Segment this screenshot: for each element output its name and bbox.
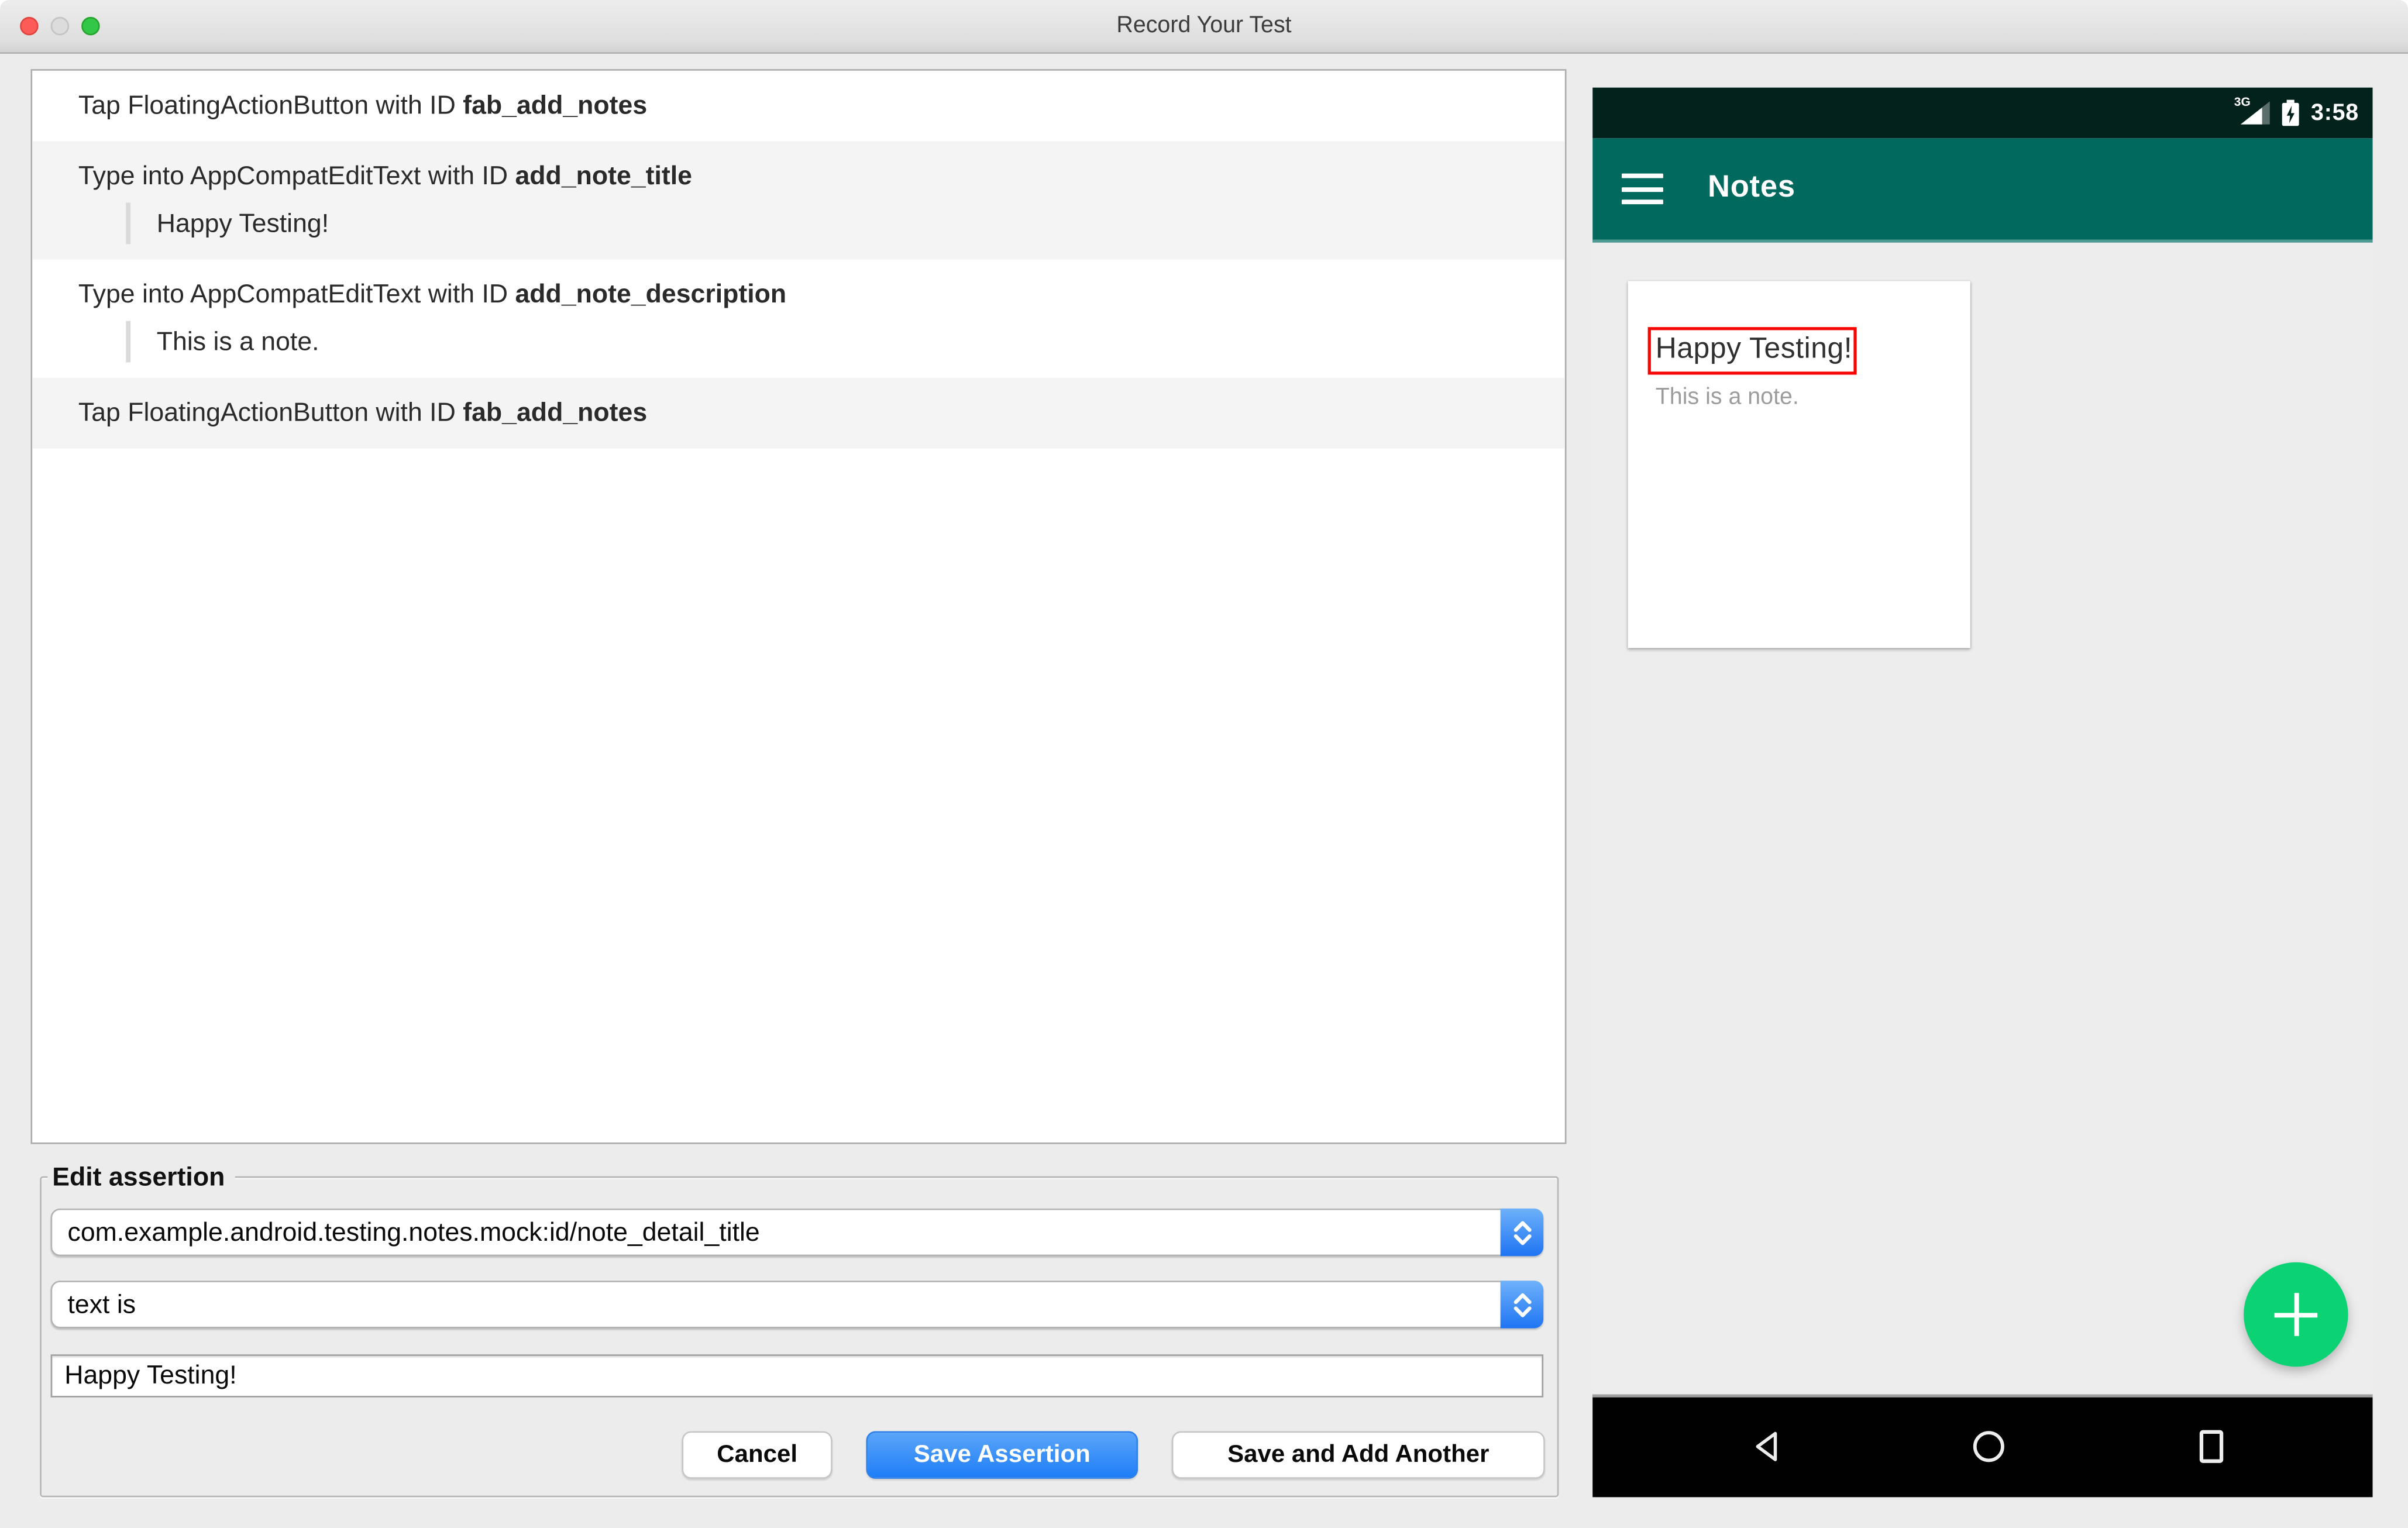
save-and-add-another-button[interactable]: Save and Add Another — [1171, 1431, 1545, 1479]
action-prefix: Tap FloatingActionButton with ID — [78, 90, 463, 120]
edit-assertion-panel: Edit assertion com.example.android.testi… — [40, 1162, 1559, 1498]
device-status-bar: 3G 3:58 — [1592, 87, 2373, 139]
action-target-id: fab_add_notes — [463, 90, 648, 120]
note-card[interactable]: Happy Testing! This is a note. — [1628, 281, 1970, 648]
expected-value-input[interactable] — [50, 1354, 1544, 1398]
view-matcher-value: com.example.android.testing.notes.mock:i… — [67, 1217, 760, 1247]
app-bar-title: Notes — [1708, 170, 1795, 205]
battery-charging-icon — [2282, 99, 2299, 126]
stepper-icon[interactable] — [1500, 1208, 1544, 1257]
back-icon[interactable] — [1752, 1430, 1780, 1464]
note-description: This is a note. — [1655, 384, 1799, 410]
note-title: Happy Testing! — [1655, 333, 1853, 366]
save-assertion-button[interactable]: Save Assertion — [866, 1431, 1138, 1479]
title-bar: Record Your Test — [0, 0, 2408, 54]
recorded-action-row[interactable]: Type into AppCompatEditText with ID add_… — [32, 260, 1565, 378]
recorded-action-row[interactable]: Type into AppCompatEditText with ID add_… — [32, 141, 1565, 260]
recorded-action-row[interactable]: Tap FloatingActionButton with ID fab_add… — [32, 377, 1565, 449]
device-nav-bar — [1592, 1394, 2373, 1498]
action-target-id: fab_add_notes — [463, 397, 648, 427]
cancel-button[interactable]: Cancel — [682, 1431, 833, 1479]
action-text: Type into AppCompatEditText with ID add_… — [32, 152, 1565, 201]
signal-filled-triangle — [2240, 107, 2262, 125]
status-bar-clock: 3:58 — [2311, 99, 2359, 126]
plus-icon — [2274, 1293, 2318, 1336]
screenshot-stage: Record Your Test Tap FloatingActionButto… — [0, 0, 2408, 1528]
action-text: Tap FloatingActionButton with ID fab_add… — [32, 71, 1565, 142]
network-type-label: 3G — [2234, 95, 2251, 109]
edit-assertion-legend: Edit assertion — [47, 1162, 236, 1192]
action-typed-value: This is a note. — [126, 321, 1565, 363]
cellular-signal-icon: 3G — [2234, 95, 2270, 126]
view-matcher-select[interactable]: com.example.android.testing.notes.mock:i… — [50, 1208, 1544, 1257]
assertion-type-select[interactable]: text is — [50, 1281, 1544, 1329]
action-text: Tap FloatingActionButton with ID fab_add… — [32, 378, 1565, 449]
assertion-highlight-box: Happy Testing! — [1647, 327, 1857, 375]
device-screenshot: 3G 3:58 Notes Happy Testing! This is a n… — [1592, 87, 2373, 1498]
home-icon[interactable] — [1972, 1430, 2006, 1464]
action-target-id: add_note_description — [515, 279, 787, 309]
action-prefix: Type into AppCompatEditText with ID — [78, 279, 515, 309]
app-bar: Notes — [1592, 138, 2373, 243]
window-title: Record Your Test — [1116, 12, 1292, 39]
recorded-actions-list[interactable]: Tap FloatingActionButton with ID fab_add… — [30, 69, 1567, 1144]
recorded-action-row[interactable]: Tap FloatingActionButton with ID fab_add… — [32, 71, 1565, 142]
recents-icon[interactable] — [2197, 1430, 2225, 1464]
action-text: Type into AppCompatEditText with ID add_… — [32, 270, 1565, 319]
action-prefix: Tap FloatingActionButton with ID — [78, 397, 463, 427]
action-target-id: add_note_title — [515, 161, 693, 191]
action-typed-value: Happy Testing! — [126, 202, 1565, 245]
assertion-type-value: text is — [67, 1290, 136, 1319]
dialog-buttons: Cancel Save Assertion Save and Add Anoth… — [682, 1431, 1545, 1479]
hamburger-menu-icon[interactable] — [1622, 173, 1663, 205]
record-your-test-window: Record Your Test Tap FloatingActionButto… — [0, 0, 2408, 1528]
action-prefix: Type into AppCompatEditText with ID — [78, 161, 515, 191]
stepper-icon[interactable] — [1500, 1281, 1544, 1329]
add-note-fab[interactable] — [2244, 1262, 2348, 1367]
battery-cap — [2286, 99, 2295, 102]
